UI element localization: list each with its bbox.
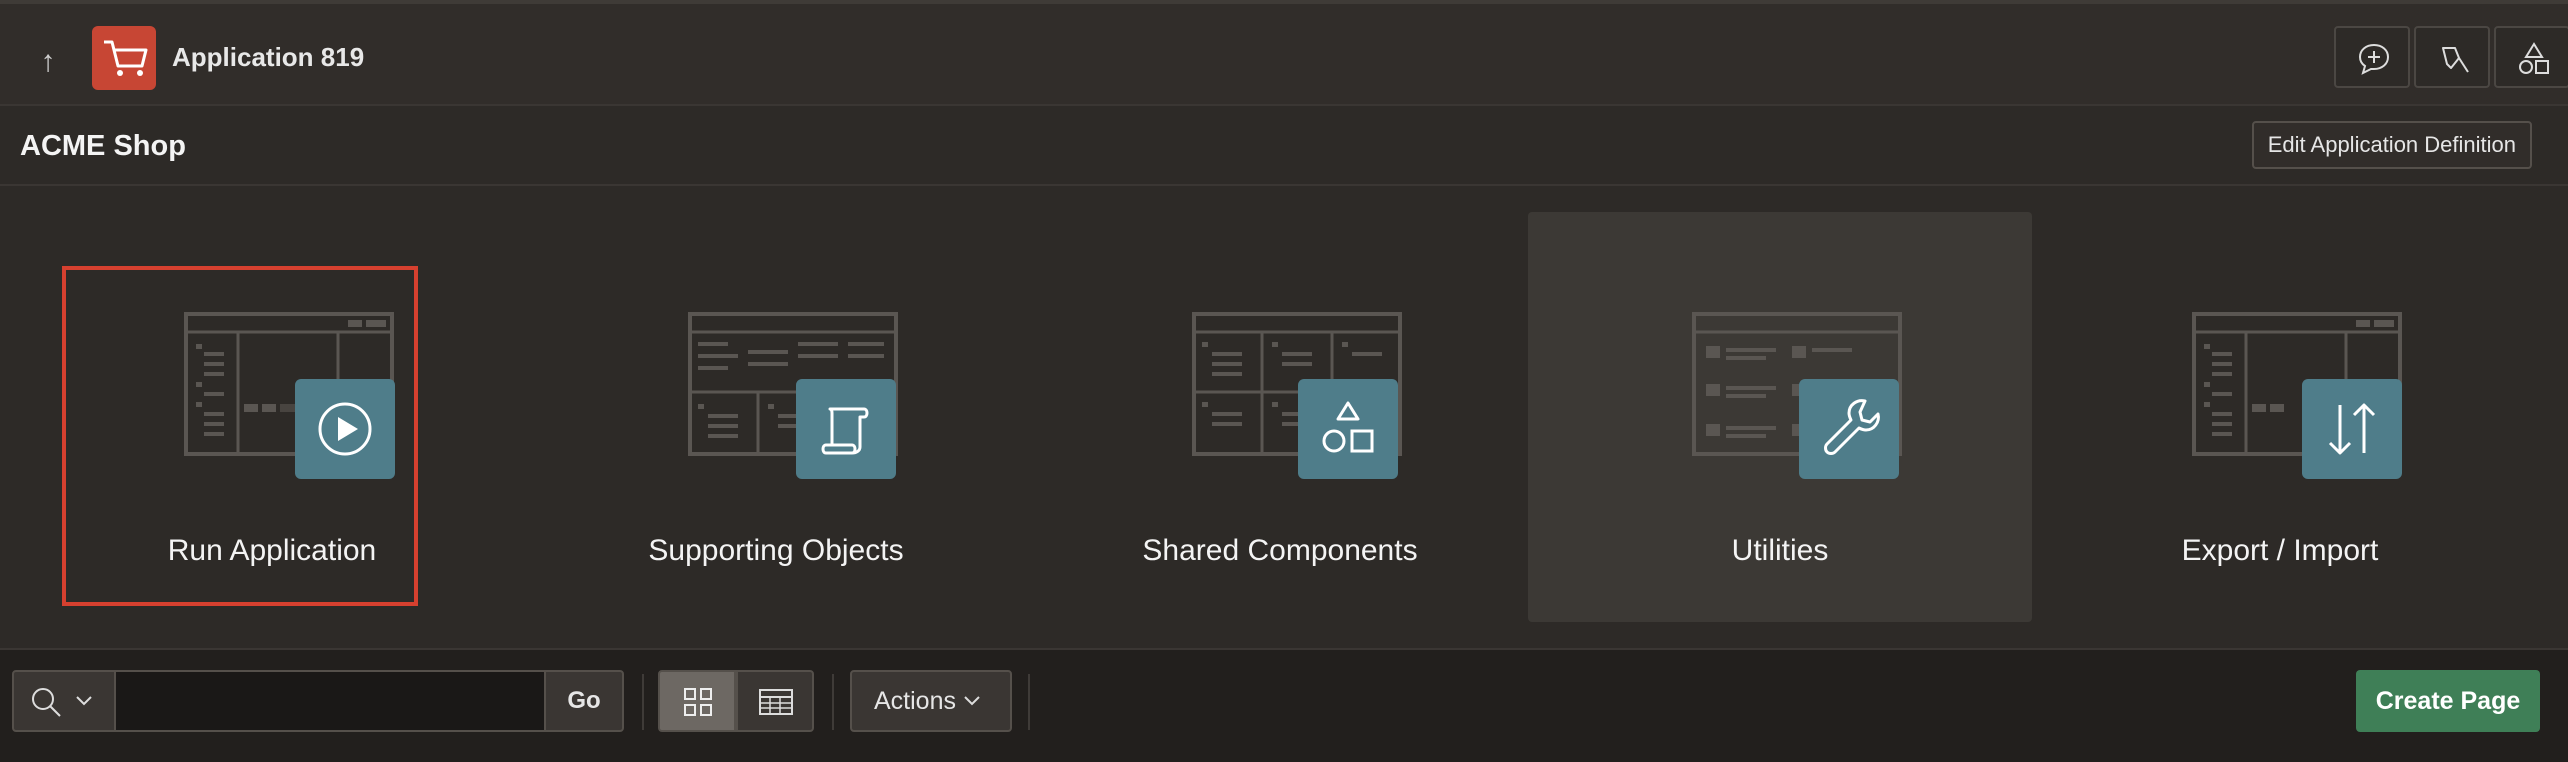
actions-label: Actions	[874, 687, 956, 715]
shapes-icon	[2519, 42, 2549, 74]
scroll-icon	[796, 379, 896, 479]
edit-application-definition-button[interactable]: Edit Application Definition	[2251, 121, 2532, 169]
page-title: ACME Shop	[20, 130, 186, 162]
card-label: Run Application	[167, 534, 377, 567]
grid-icon	[684, 688, 712, 716]
shared-components-button[interactable]	[2494, 26, 2568, 88]
report-view-button[interactable]	[736, 670, 814, 732]
flashlight-icon	[2442, 47, 2469, 73]
top-bar: ↑ Application 819	[0, 0, 2568, 106]
chat-plus-icon	[2358, 43, 2390, 75]
card-label: Utilities	[1731, 534, 1829, 567]
search-input[interactable]	[114, 670, 546, 732]
shopping-cart-icon	[92, 26, 156, 90]
toolbar: Go Actions Create Page	[0, 648, 2568, 762]
arrows-up-down-icon	[2302, 379, 2402, 479]
actions-menu-button[interactable]: Actions	[850, 670, 1012, 732]
supporting-objects-card[interactable]: Supporting Objects	[524, 212, 1028, 622]
shapes-icon	[1298, 379, 1398, 479]
application-title: Application 819	[172, 42, 365, 72]
developer-tools-button[interactable]	[2414, 26, 2490, 88]
create-page-button[interactable]: Create Page	[2356, 670, 2540, 732]
export-import-card[interactable]: Export / Import	[2028, 212, 2532, 622]
table-icon	[759, 689, 793, 715]
divider	[832, 674, 834, 730]
page-illustration	[184, 312, 394, 456]
card-label: Shared Components	[1142, 534, 1418, 567]
utilities-card[interactable]: Utilities	[1528, 212, 2032, 622]
icons-view-button[interactable]	[658, 670, 736, 732]
chevron-down-icon	[76, 696, 92, 706]
search-options-button[interactable]	[12, 670, 116, 732]
card-label: Export / Import	[2181, 534, 2379, 567]
search-icon	[32, 688, 61, 717]
divider	[642, 674, 644, 730]
wrench-icon	[1799, 379, 1899, 479]
shared-components-card[interactable]: Shared Components	[1028, 212, 1532, 622]
card-label: Supporting Objects	[648, 534, 904, 567]
run-application-card[interactable]: Run Application	[20, 212, 524, 622]
feedback-button[interactable]	[2334, 26, 2410, 88]
play-icon	[295, 379, 395, 479]
page-header: ACME Shop Edit Application Definition	[0, 106, 2568, 186]
go-button[interactable]: Go	[544, 670, 624, 732]
dashboard-tiles: Run Application Supporting Objects Share…	[0, 188, 2568, 648]
chevron-down-icon	[964, 696, 980, 706]
arrow-up-icon[interactable]: ↑	[28, 42, 68, 82]
divider	[1028, 674, 1030, 730]
